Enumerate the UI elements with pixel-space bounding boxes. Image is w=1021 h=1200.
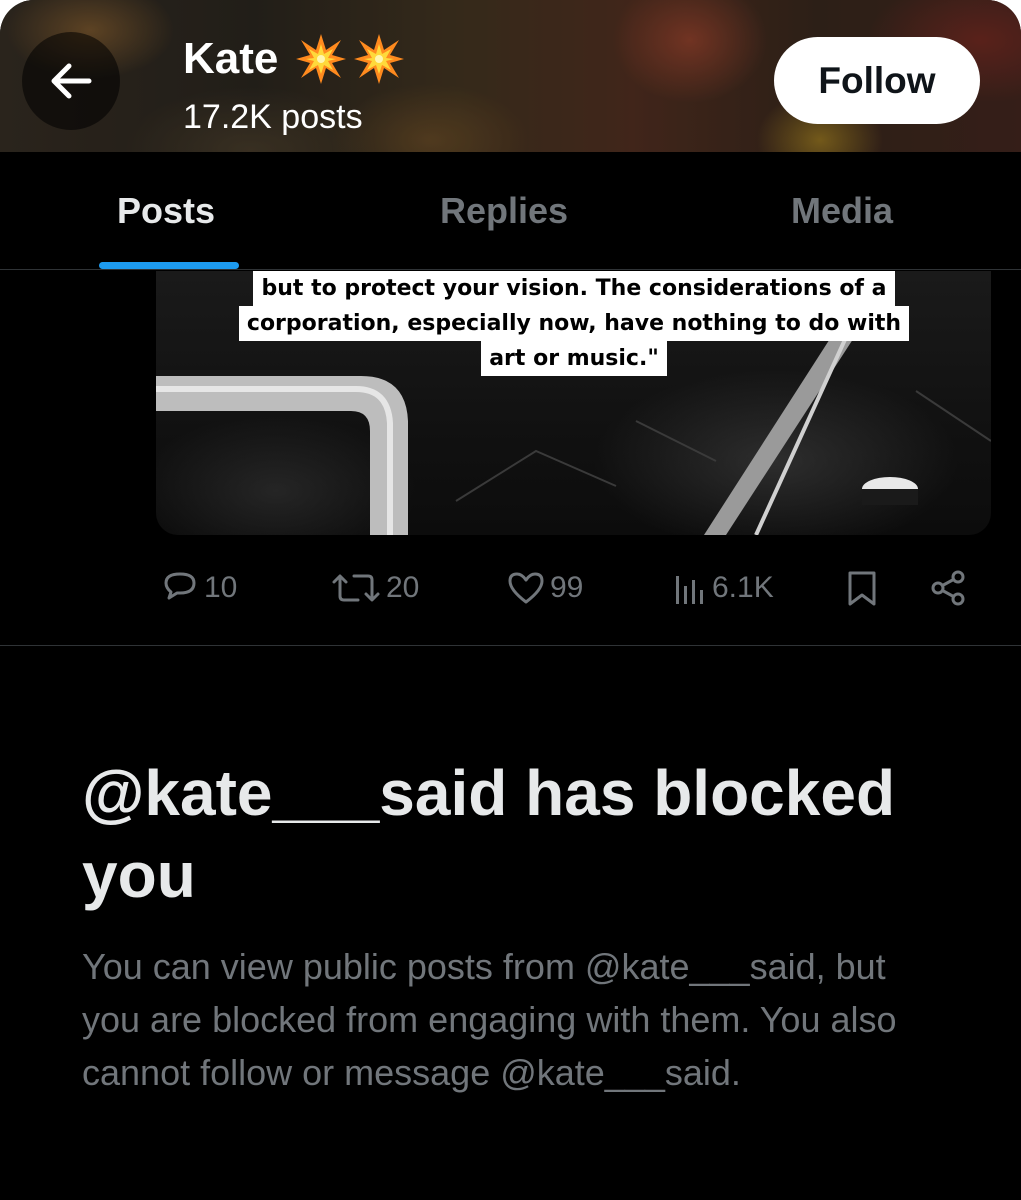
follow-button[interactable]: Follow [774,37,980,124]
tabs-divider [0,269,1021,270]
post-actions: 10 20 99 6.1K [0,560,1021,616]
profile-tabs: Posts Replies Media [0,152,1021,270]
bookmark-button[interactable] [844,568,880,608]
tab-replies[interactable]: Replies [440,190,568,232]
share-button[interactable] [928,568,968,608]
views-icon [676,576,703,604]
share-icon [931,570,965,606]
like-icon [508,572,544,604]
like-count: 99 [550,571,584,604]
repost-button[interactable]: 20 [330,568,419,608]
reply-button[interactable]: 10 [160,568,237,608]
blocked-title: @kate___said has blocked you [82,757,896,911]
post-media-image[interactable]: but to protect your vision. The consider… [156,271,991,535]
repost-icon [332,574,380,602]
back-arrow-icon [51,63,92,99]
name-emoji-group [294,32,406,86]
blocked-description: You can view public posts from @kate___s… [82,946,897,1093]
like-button[interactable]: 99 [506,568,583,608]
profile-name: Kate [183,34,279,83]
views-button[interactable]: 6.1K [672,568,774,608]
tab-media[interactable]: Media [791,190,893,232]
caption-line: but to protect your vision. The consider… [253,271,895,306]
caption-line: corporation, especially now, have nothin… [238,306,910,341]
active-tab-indicator [99,262,239,269]
profile-screen: Kate 17.2K posts Follow Posts Replies Me… [0,0,1021,1200]
collision-emoji-icon [354,34,405,84]
collision-emoji-icon [296,34,347,84]
back-button[interactable] [22,32,120,130]
posts-count: 17.2K posts [183,98,363,136]
reply-icon [164,572,196,600]
tab-posts[interactable]: Posts [117,190,215,232]
post-divider [0,645,1021,646]
reply-count: 10 [204,571,238,604]
caption-line: art or music." [481,341,667,376]
bookmark-icon [848,571,876,606]
repost-count: 20 [386,571,420,604]
views-count: 6.1K [712,571,774,604]
profile-header: Kate 17.2K posts Follow [0,0,1021,152]
profile-title-row: Kate [183,32,406,86]
image-caption: but to protect your vision. The consider… [210,271,938,376]
